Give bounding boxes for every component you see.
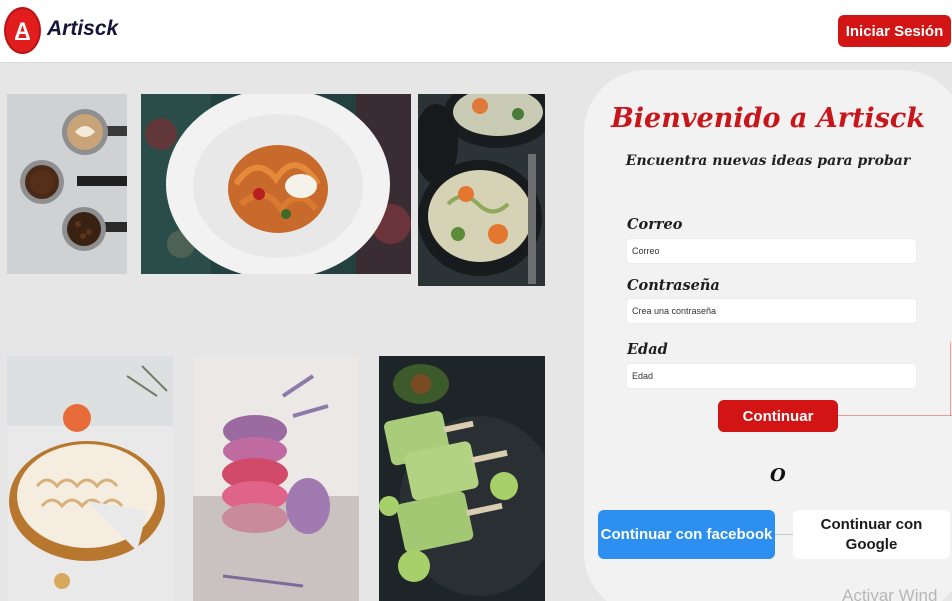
pasta-photo[interactable] [141,94,411,274]
email-field[interactable] [626,238,917,264]
login-button[interactable]: Iniciar Sesión [838,15,951,47]
logo-icon[interactable]: A [4,7,41,54]
activation-watermark: Activar Wind [842,586,938,601]
logo-letter: A [14,17,31,43]
divider-line-vertical [950,342,951,416]
facebook-login-button[interactable]: Continuar con facebook [598,510,775,559]
soup-photo[interactable] [418,94,545,286]
coffee-photo[interactable] [7,94,127,274]
email-label: Correo [627,216,683,233]
brand-name[interactable]: Artisck [47,17,118,41]
or-separator: O [770,465,786,486]
macarons-photo[interactable] [193,356,359,601]
welcome-title: Bienvenido a Artisck [610,103,926,134]
meringue-pie-photo[interactable] [7,356,173,601]
continue-button[interactable]: Continuar [718,400,838,432]
divider-line [838,415,952,416]
google-login-button[interactable]: Continuar con Google [793,510,950,559]
button-connector [775,534,793,535]
password-field[interactable] [626,298,917,324]
top-navbar: A Artisck Iniciar Sesión [0,0,952,63]
welcome-subtitle: Encuentra nuevas ideas para probar [625,153,911,169]
avocado-popsicles-photo[interactable] [379,356,545,601]
age-field[interactable] [626,363,917,389]
password-label: Contraseña [627,277,720,294]
age-label: Edad [627,341,668,358]
